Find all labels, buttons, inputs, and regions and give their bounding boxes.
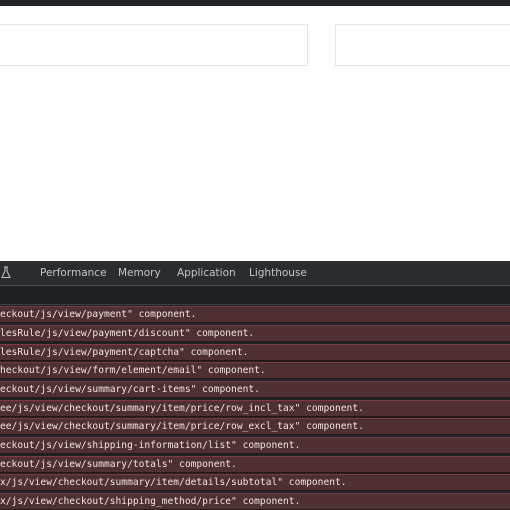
content-card-right — [335, 24, 510, 66]
console-message-text: eckout/js/view/summary/totals" component… — [0, 459, 237, 470]
console-message-text: eckout/js/view/summary/cart-items" compo… — [0, 384, 260, 395]
console-error-row[interactable]: lesRule/js/view/payment/captcha" compone… — [0, 344, 510, 361]
tab-application[interactable]: Application — [177, 261, 236, 285]
console-messages: eckout/js/view/payment" component. lesRu… — [0, 306, 510, 510]
console-error-row[interactable]: eckout/js/view/summary/cart-items" compo… — [0, 381, 510, 398]
console-error-row[interactable]: heckout/js/view/form/element/email" comp… — [0, 362, 510, 379]
devtools-panel: Performance Memory Application Lighthous… — [0, 261, 510, 510]
tab-performance[interactable]: Performance — [40, 261, 107, 285]
console-message-text: heckout/js/view/form/element/email" comp… — [0, 365, 266, 376]
console-message-text: eckout/js/view/payment" component. — [0, 309, 197, 320]
console-error-row[interactable]: x/js/view/checkout/shipping_method/price… — [0, 493, 510, 510]
tab-memory[interactable]: Memory — [118, 261, 161, 285]
console-message-text: lesRule/js/view/payment/captcha" compone… — [0, 347, 249, 358]
console-message-text: eckout/js/view/shipping-information/list… — [0, 440, 301, 451]
devtools-tab-bar: Performance Memory Application Lighthous… — [0, 261, 510, 286]
flask-icon[interactable] — [1, 266, 11, 279]
tab-lighthouse[interactable]: Lighthouse — [249, 261, 307, 285]
console-error-row[interactable]: x/js/view/checkout/summary/item/details/… — [0, 474, 510, 491]
page-content — [0, 6, 510, 261]
console-error-row[interactable]: lesRule/js/view/payment/discount" compon… — [0, 325, 510, 342]
content-card-left — [0, 24, 308, 66]
console-message-text: ee/js/view/checkout/summary/item/price/r… — [0, 421, 364, 432]
console-error-row[interactable]: eckout/js/view/payment" component. — [0, 306, 510, 323]
console-message-text: x/js/view/checkout/summary/item/details/… — [0, 477, 347, 488]
console-message-text: lesRule/js/view/payment/discount" compon… — [0, 328, 255, 339]
console-filter-bar[interactable] — [0, 287, 510, 305]
console-error-row[interactable]: eckout/js/view/summary/totals" component… — [0, 456, 510, 473]
console-error-row[interactable]: ee/js/view/checkout/summary/item/price/r… — [0, 418, 510, 435]
console-message-text: x/js/view/checkout/shipping_method/price… — [0, 496, 301, 507]
console-error-row[interactable]: eckout/js/view/shipping-information/list… — [0, 437, 510, 454]
console-message-text: ee/js/view/checkout/summary/item/price/r… — [0, 403, 364, 414]
console-error-row[interactable]: ee/js/view/checkout/summary/item/price/r… — [0, 400, 510, 417]
